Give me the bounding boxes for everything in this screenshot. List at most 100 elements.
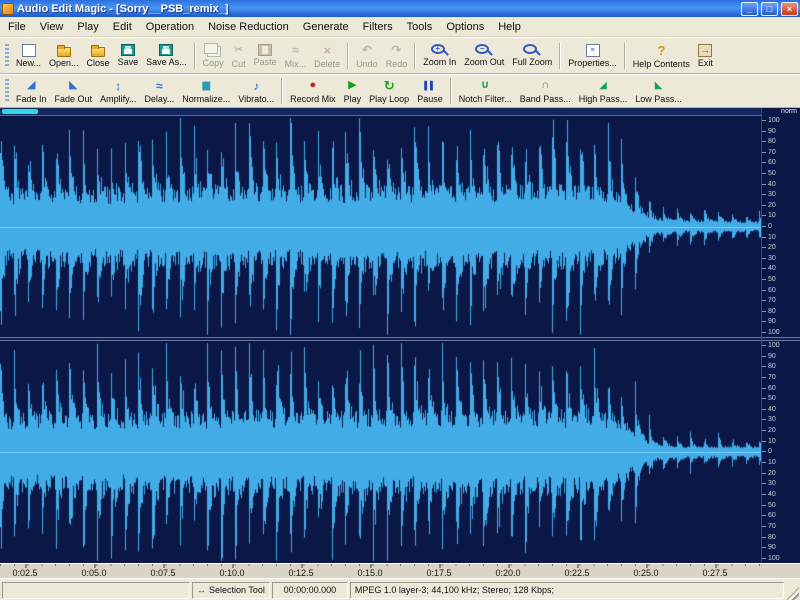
menu-item-help[interactable]: Help — [491, 18, 528, 36]
toolbar-button-label: Full Zoom — [512, 57, 553, 67]
close-file-icon — [91, 44, 106, 57]
menu-item-tools[interactable]: Tools — [400, 18, 440, 36]
toolbar-button-label: Exit — [697, 57, 713, 68]
low-pass-icon: ◣ — [654, 79, 663, 91]
status-panel-time: 00:00:00.000 — [271, 581, 348, 599]
toolbar-button-low-pass[interactable]: ◣ Low Pass... — [631, 76, 686, 106]
fade-out-icon: ◣ — [69, 79, 78, 91]
toolbar-button-fade-in[interactable]: ◢ Fade In — [12, 76, 51, 106]
toolbar-button-label: Vibrato... — [238, 94, 275, 104]
selection-tool-label: Selection Tool — [209, 585, 265, 595]
menu-item-file[interactable]: File — [1, 18, 33, 36]
toolbar-effects: ◢ Fade In ◣ Fade Out ↕ Amplify... ≈ Delay... ▆ No… — [0, 74, 800, 108]
ruler-value: 30 — [762, 255, 800, 262]
toolbar-button-full-zoom[interactable]: Full Zoom — [508, 42, 556, 69]
toolbar-button-pause[interactable]: ▌▌ Pause — [413, 76, 447, 106]
menu-item-play[interactable]: Play — [70, 18, 105, 36]
toolbar-button-notch-filter[interactable]: ∪ Notch Filter... — [455, 76, 516, 106]
new-file-icon — [21, 43, 36, 57]
toolbar-button-label: Notch Filter... — [458, 94, 512, 104]
horizontal-scrollbar[interactable] — [0, 108, 761, 116]
toolbar-button-label: Save As... — [146, 57, 187, 67]
toolbar-button-open[interactable]: Open... — [45, 42, 83, 70]
ruler-value: 60 — [762, 159, 800, 166]
menu-item-generate[interactable]: Generate — [296, 18, 356, 36]
toolbar-button-zoom-out[interactable]: − Zoom Out — [460, 42, 508, 69]
menu-item-edit[interactable]: Edit — [106, 18, 139, 36]
toolbar-button-help-contents[interactable]: ? Help Contents — [629, 41, 694, 71]
toolbar-button-play[interactable]: ▶ Play — [340, 76, 366, 106]
menu-item-operation[interactable]: Operation — [139, 18, 201, 36]
minimize-button[interactable]: _ — [741, 1, 758, 16]
amplitude-ruler-left: 100 90 80 70 60 50 40 30 20 10 0 10 20 30 40 50 60 70 80 90… — [762, 116, 800, 337]
ruler-value: 100 — [762, 342, 800, 349]
title-bar[interactable]: Audio Edit Magic - [Sorry__PSB_remix_] _… — [0, 0, 800, 17]
status-panel-format: MPEG 1.0 layer-3; 44,100 kHz; Stereo; 12… — [349, 581, 784, 599]
normalize-icon: ▆ — [202, 79, 211, 91]
timeline-label: 0:12.5 — [288, 564, 314, 578]
toolbar-button-label: Zoom In — [423, 57, 457, 67]
play-loop-icon: ↻ — [383, 78, 395, 93]
ruler-value: 90 — [762, 544, 800, 551]
toolbar-main: New... Open... Close Save Save As... Copy ✂ Cut… — [0, 37, 800, 74]
toolbar-button-label: Play Loop — [369, 94, 410, 104]
scrollbar-thumb[interactable] — [2, 109, 38, 114]
menu-item-options[interactable]: Options — [439, 18, 491, 36]
ruler-value: 80 — [762, 363, 800, 370]
toolbar-button-record-mix[interactable]: ● Record Mix — [286, 76, 340, 106]
toolbar-button-play-loop[interactable]: ↻ Play Loop — [365, 76, 413, 106]
menu-item-noise-reduction[interactable]: Noise Reduction — [201, 18, 296, 36]
timeline-label: 0:02.5 — [12, 564, 38, 578]
status-panel-tool: ↔ Selection Tool — [192, 581, 270, 599]
amplitude-ruler: norm 100 90 80 70 60 50 40 30 20 10 0 10 20 30 40 50 60 7… — [761, 108, 800, 563]
toolbar-button-close[interactable]: Close — [83, 42, 114, 70]
toolbar-button-properties[interactable]: ≡ Properties... — [564, 42, 621, 70]
toolbar-button-normalize[interactable]: ▆ Normalize... — [178, 76, 234, 106]
toolbar-button-save[interactable]: Save — [114, 42, 143, 69]
toolbar-button-exit[interactable]: → Exit — [694, 42, 717, 70]
toolbar-button-zoom-in[interactable]: + Zoom In — [419, 42, 460, 69]
toolbar-button-new[interactable]: New... — [12, 42, 45, 70]
toolbar-button-fade-out[interactable]: ◣ Fade Out — [51, 76, 97, 106]
toolbar-separator — [414, 42, 417, 69]
waveform-left-channel[interactable] — [0, 116, 761, 337]
ruler-value: 10 — [762, 212, 800, 219]
mix-icon: ≈ — [292, 43, 299, 57]
window-title: Audio Edit Magic - [Sorry__PSB_remix_] — [17, 2, 229, 15]
menu-item-view[interactable]: View — [33, 18, 71, 36]
close-button[interactable]: × — [781, 1, 798, 16]
toolbar-button-label: Open... — [49, 57, 79, 68]
record-mix-icon: ● — [309, 79, 317, 91]
toolbar-button-high-pass[interactable]: ◢ High Pass... — [575, 76, 632, 106]
timeline-ruler[interactable]: 0:02.5 0:05.0 0:07.5 0:10.0 0:12.5 0:15.0 0:17… — [0, 563, 800, 578]
toolbar-separator — [559, 42, 562, 69]
toolbar-button-save-as[interactable]: Save As... — [142, 42, 191, 69]
maximize-button[interactable]: □ — [761, 1, 778, 16]
menu-item-filters[interactable]: Filters — [356, 18, 400, 36]
ruler-value: 0 — [762, 223, 800, 230]
ruler-value: 80 — [762, 534, 800, 541]
toolbar-button-label: Cut — [231, 58, 246, 69]
toolbar-button-label: Paste — [253, 57, 277, 67]
toolbar-button-amplify[interactable]: ↕ Amplify... — [96, 76, 140, 106]
resize-grip[interactable] — [786, 587, 799, 600]
help-icon: ? — [657, 42, 666, 58]
toolbar-button-copy: Copy — [199, 41, 228, 70]
ruler-value: 70 — [762, 149, 800, 156]
toolbar-button-vibrato[interactable]: ♪ Vibrato... — [234, 76, 278, 106]
toolbar-button-label: Redo — [385, 58, 408, 69]
ruler-value: 30 — [762, 480, 800, 487]
cursor-time: 00:00:00.000 — [283, 585, 337, 595]
ruler-value: 80 — [762, 138, 800, 145]
ruler-value: 50 — [762, 276, 800, 283]
toolbar-button-band-pass[interactable]: ∩ Band Pass... — [516, 76, 575, 106]
toolbar-separator — [281, 78, 284, 104]
play-icon: ▶ — [348, 79, 357, 91]
properties-icon: ≡ — [585, 43, 600, 57]
toolbar-button-label: Delete — [314, 58, 341, 69]
timeline-label: 0:05.0 — [81, 564, 107, 578]
toolbar-button-delay[interactable]: ≈ Delay... — [140, 76, 178, 106]
waveform-right-channel[interactable] — [0, 341, 761, 563]
toolbar-button-label: Copy — [202, 58, 224, 68]
toolbar-button-label: Fade In — [16, 94, 47, 104]
